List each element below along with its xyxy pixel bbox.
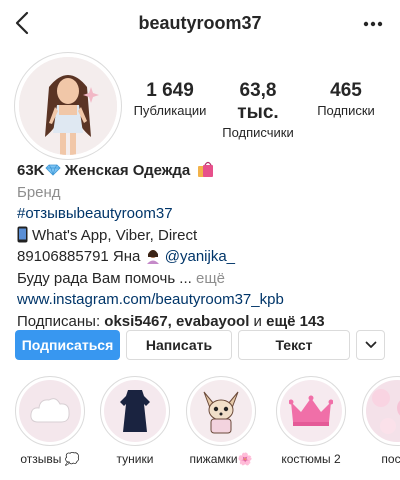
diamond-icon — [44, 164, 61, 176]
mobile-phone-icon — [17, 226, 28, 242]
more-options-icon[interactable] — [362, 14, 384, 34]
stat-value: 1 649 — [146, 80, 194, 101]
highlight-label: отзывы 💭 — [20, 452, 80, 466]
shopping-bags-icon — [198, 161, 214, 177]
stat-following[interactable]: 465 Подписки — [306, 80, 386, 140]
profile-name-line: 63K Женская Одежда — [17, 160, 387, 182]
highlight-suits[interactable]: костюмы 2 — [266, 376, 356, 466]
highlight-cover — [366, 380, 400, 442]
message-button[interactable]: Написать — [126, 330, 232, 360]
follow-button[interactable]: Подписаться — [15, 330, 120, 360]
pink-pattern — [372, 389, 400, 434]
suggestions-dropdown-button[interactable] — [356, 330, 385, 360]
highlight-label: посте — [381, 452, 400, 466]
avatar-illustration — [19, 57, 117, 155]
bio-hashtag-link[interactable]: #отзывыbeautyroom37 — [17, 203, 387, 225]
bio-help-line: Буду рада Вам помочь ... ещё — [17, 268, 387, 290]
stat-value: 465 — [330, 80, 362, 101]
cloud-icon — [30, 398, 70, 423]
bio-more-link[interactable]: ещё — [196, 270, 225, 287]
stat-followers[interactable]: 63,8 тыс. Подписчики — [218, 80, 298, 140]
dress-icon — [120, 390, 150, 432]
highlight-cover — [190, 380, 252, 442]
profile-avatar-ring[interactable] — [14, 52, 122, 160]
profile-action-buttons: Подписаться Написать Текст — [15, 330, 385, 360]
bio-mention-link[interactable]: @yanijka_ — [165, 248, 235, 265]
followed-by-prefix: Подписаны: — [17, 312, 105, 330]
stat-label: Подписчики — [222, 125, 294, 140]
bio-contact-line: What's App, Viber, Direct — [17, 225, 387, 247]
stat-label: Публикации — [133, 103, 207, 118]
crown-icon — [289, 395, 333, 426]
highlight-ring — [15, 376, 85, 446]
highlight-label: пижамки🌸 — [189, 452, 253, 466]
highlight-reviews[interactable]: отзывы 💭 — [5, 376, 95, 466]
highlight-cover — [104, 380, 166, 442]
followed-by-more[interactable]: ещё 143 — [266, 313, 325, 330]
bio-website-link[interactable]: www.instagram.com/beautyroom37_kpb — [17, 289, 387, 311]
woman-emoji-icon — [146, 250, 159, 264]
highlight-ring — [100, 376, 170, 446]
bio-contact-text: What's App, Viber, Direct — [32, 226, 198, 244]
story-highlights: отзывы 💭 туники пижамки🌸 костюмы 2 пос — [0, 376, 400, 480]
highlight-ring — [362, 376, 400, 446]
highlight-pajamas[interactable]: пижамки🌸 — [176, 376, 266, 466]
profile-name: Женская Одежда — [60, 162, 191, 179]
stat-posts[interactable]: 1 649 Публикации — [130, 80, 210, 140]
stat-label: Подписки — [317, 103, 375, 118]
profile-stats: 1 649 Публикации 63,8 тыс. Подписчики 46… — [130, 80, 400, 140]
profile-category: Бренд — [17, 183, 61, 201]
highlight-ring — [276, 376, 346, 446]
profile-bio: 63K Женская Одежда Бренд #отзывыbeautyro… — [17, 160, 387, 332]
highlight-label: костюмы 2 — [281, 452, 341, 466]
highlight-cover — [280, 380, 342, 442]
profile-username: beautyroom37 — [138, 13, 262, 33]
highlight-cover — [19, 380, 81, 442]
highlight-ring — [186, 376, 256, 446]
profile-name-prefix: 63K — [17, 162, 45, 179]
top-bar: beautyroom37 — [0, 0, 400, 48]
highlight-tunics[interactable]: туники — [90, 376, 180, 466]
bio-phone: 89106885791 Яна — [17, 248, 141, 265]
highlight-label: туники — [116, 452, 154, 466]
chevron-down-icon — [365, 341, 376, 348]
bio-help-text: Буду рада Вам помочь ... — [17, 269, 192, 287]
avatar[interactable] — [19, 57, 117, 155]
followed-by-line[interactable]: Подписаны: oksi5467, evabayool и ещё 143 — [17, 311, 387, 333]
text-button[interactable]: Текст — [238, 330, 350, 360]
stat-value: 63,8 тыс. — [237, 80, 279, 123]
chihuahua-icon — [203, 391, 239, 434]
followed-by-and: и — [249, 312, 267, 330]
followed-by-users[interactable]: oksi5467, evabayool — [104, 313, 249, 330]
highlight-bedding[interactable]: посте — [352, 376, 400, 466]
bio-phone-line: 89106885791 Яна @yanijka_ — [17, 246, 387, 268]
